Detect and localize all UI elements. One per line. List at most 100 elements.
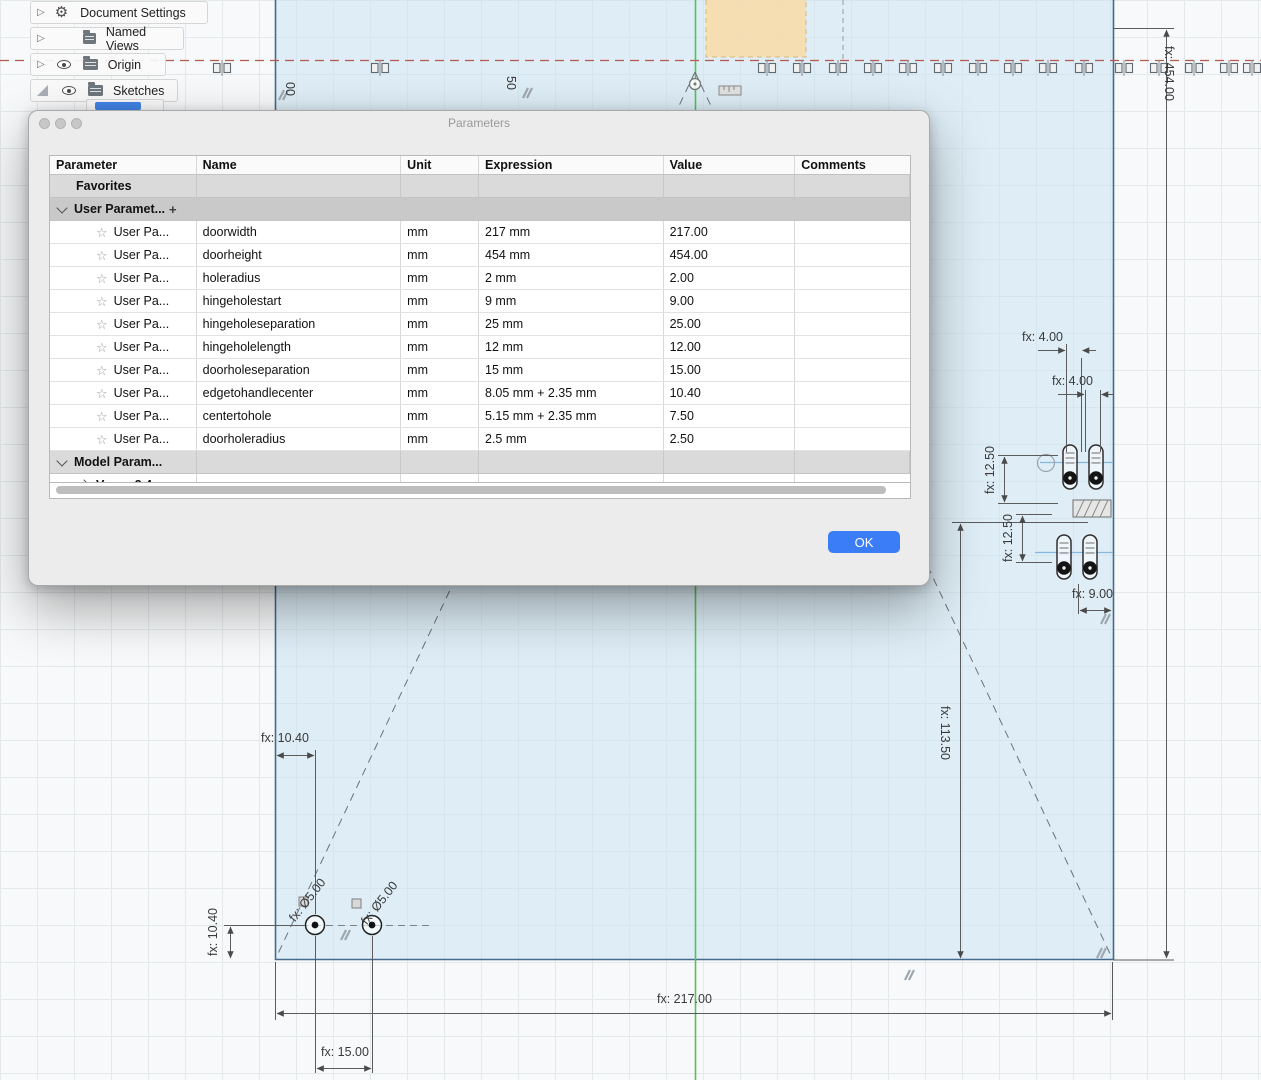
column-header-value[interactable]: Value — [664, 156, 796, 174]
expand-arrow-icon[interactable]: ▷ — [37, 33, 45, 44]
parameter-name-cell[interactable]: edgetohandlecenter — [197, 382, 402, 404]
browser-item-label: Named Views — [105, 24, 147, 53]
parameter-expression-cell[interactable]: 2 mm — [479, 267, 664, 289]
parameter-value-cell: 10.40 — [664, 382, 796, 404]
dialog-titlebar[interactable]: Parameters — [29, 111, 929, 135]
parameter-row[interactable]: ☆ User Pa... doorholeradius mm 2.5 mm 2.… — [50, 428, 910, 451]
parameter-comments-cell[interactable] — [795, 290, 910, 312]
visibility-eye-icon[interactable] — [56, 60, 71, 69]
collapse-chevron-icon[interactable] — [56, 201, 68, 214]
expand-arrow-icon[interactable]: ▷ — [37, 7, 45, 18]
fusion-sketch-viewport[interactable]: fx: 454.00 fx: 4.00 fx: 4.00 fx: 12.50 f… — [0, 0, 1261, 1080]
row-voron-component[interactable]: Voron 2.4 ... — [50, 474, 910, 482]
parameter-row[interactable]: ☆ User Pa... doorheight mm 454 mm 454.00 — [50, 244, 910, 267]
dimension-label-door-height[interactable]: fx: 454.00 — [1162, 46, 1176, 101]
favorite-star-icon[interactable]: ☆ — [96, 410, 108, 423]
parameter-row[interactable]: ☆ User Pa... doorwidth mm 217 mm 217.00 — [50, 221, 910, 244]
parameter-value-cell: 12.00 — [664, 336, 796, 358]
parameter-comments-cell[interactable] — [795, 336, 910, 358]
browser-item-document-settings[interactable]: ▷ ⚙ Document Settings — [30, 1, 208, 24]
browser-item-label: Sketches — [113, 83, 165, 98]
parameter-type-label: User Pa... — [113, 294, 170, 308]
column-header-expression[interactable]: Expression — [479, 156, 664, 174]
favorite-star-icon[interactable]: ☆ — [96, 341, 108, 354]
column-header-name[interactable]: Name — [197, 156, 402, 174]
parameter-expression-cell[interactable]: 8.05 mm + 2.35 mm — [479, 382, 664, 404]
collapse-chevron-icon[interactable] — [56, 454, 68, 467]
favorite-star-icon[interactable]: ☆ — [96, 433, 108, 446]
group-row-favorites[interactable]: Favorites — [50, 175, 910, 198]
parameter-name-cell[interactable]: hingeholelength — [197, 336, 402, 358]
dimension-label-hinge-position[interactable]: fx: 113.50 — [938, 706, 952, 760]
favorite-star-icon[interactable]: ☆ — [96, 295, 108, 308]
parameter-comments-cell[interactable] — [795, 405, 910, 427]
parameter-name-cell[interactable]: doorholeradius — [197, 428, 402, 450]
parameter-value-cell: 217.00 — [664, 221, 796, 243]
favorite-star-icon[interactable]: ☆ — [96, 364, 108, 377]
parameter-comments-cell[interactable] — [795, 267, 910, 289]
add-user-parameter-icon[interactable]: + — [169, 202, 177, 217]
parameter-row[interactable]: ☆ User Pa... hingeholelength mm 12 mm 12… — [50, 336, 910, 359]
parameter-expression-cell[interactable]: 217 mm — [479, 221, 664, 243]
parameter-expression-cell[interactable]: 15 mm — [479, 359, 664, 381]
parameter-row[interactable]: ☆ User Pa... edgetohandlecenter mm 8.05 … — [50, 382, 910, 405]
ok-button[interactable]: OK — [828, 531, 900, 553]
dimension-label-handle-y[interactable]: fx: 10.40 — [206, 908, 220, 956]
column-header-comments[interactable]: Comments — [795, 156, 910, 174]
parameter-name-cell[interactable]: doorholeseparation — [197, 359, 402, 381]
parameter-comments-cell[interactable] — [795, 244, 910, 266]
parameter-expression-cell[interactable]: 25 mm — [479, 313, 664, 335]
favorite-star-icon[interactable]: ☆ — [96, 387, 108, 400]
dimension-label-hinge-offset-b[interactable]: fx: 4.00 — [1052, 374, 1093, 388]
group-label: User Paramet... — [74, 202, 166, 216]
dimension-label-hole-separation[interactable]: fx: 15.00 — [321, 1045, 369, 1059]
parameter-row[interactable]: ☆ User Pa... holeradius mm 2 mm 2.00 — [50, 267, 910, 290]
parameter-comments-cell[interactable] — [795, 221, 910, 243]
expand-arrow-icon[interactable]: ▷ — [37, 59, 45, 70]
parameter-row[interactable]: ☆ User Pa... centertohole mm 5.15 mm + 2… — [50, 405, 910, 428]
parameter-expression-cell[interactable]: 5.15 mm + 2.35 mm — [479, 405, 664, 427]
group-row-model-parameters[interactable]: Model Param... — [50, 451, 910, 474]
parameter-name-cell[interactable]: holeradius — [197, 267, 402, 289]
parameter-comments-cell[interactable] — [795, 382, 910, 404]
favorite-star-icon[interactable]: ☆ — [96, 318, 108, 331]
parameter-expression-cell[interactable]: 9 mm — [479, 290, 664, 312]
parameter-name-cell[interactable]: doorwidth — [197, 221, 402, 243]
dimension-label-handle-x[interactable]: fx: 10.40 — [261, 731, 309, 745]
parameter-name-cell[interactable]: centertohole — [197, 405, 402, 427]
dimension-label-hinge-sep-a[interactable]: fx: 12.50 — [983, 446, 997, 494]
parameter-name-cell[interactable]: doorheight — [197, 244, 402, 266]
dimension-label-hinge-offset-a[interactable]: fx: 4.00 — [1022, 330, 1063, 344]
parameter-row[interactable]: ☆ User Pa... hingeholestart mm 9 mm 9.00 — [50, 290, 910, 313]
dimension-label-hinge-sep-b[interactable]: fx: 12.50 — [1001, 514, 1015, 562]
favorite-star-icon[interactable]: ☆ — [96, 272, 108, 285]
parameter-comments-cell[interactable] — [795, 428, 910, 450]
column-header-parameter[interactable]: Parameter — [50, 156, 197, 174]
parameter-row[interactable]: ☆ User Pa... doorholeseparation mm 15 mm… — [50, 359, 910, 382]
parameter-expression-cell[interactable]: 454 mm — [479, 244, 664, 266]
parameter-row[interactable]: ☆ User Pa... hingeholeseparation mm 25 m… — [50, 313, 910, 336]
column-header-unit[interactable]: Unit — [401, 156, 479, 174]
parameters-table: Parameter Name Unit Expression Value Com… — [49, 155, 911, 483]
parameter-value-cell: 2.00 — [664, 267, 796, 289]
parameter-expression-cell[interactable]: 2.5 mm — [479, 428, 664, 450]
visibility-eye-icon[interactable] — [62, 86, 76, 95]
parameter-name-cell[interactable]: hingeholeseparation — [197, 313, 402, 335]
selected-sketch-highlight[interactable] — [95, 102, 141, 110]
scrollbar-thumb[interactable] — [56, 486, 886, 494]
parameter-name-cell[interactable]: hingeholestart — [197, 290, 402, 312]
parameter-expression-cell[interactable]: 12 mm — [479, 336, 664, 358]
browser-item-origin[interactable]: ▷ Origin — [30, 53, 166, 76]
parameter-unit-cell: mm — [401, 428, 479, 450]
group-row-user-parameters[interactable]: User Paramet... + — [50, 198, 910, 221]
favorite-star-icon[interactable]: ☆ — [96, 249, 108, 262]
favorite-star-icon[interactable]: ☆ — [96, 226, 108, 239]
parameter-comments-cell[interactable] — [795, 359, 910, 381]
horizontal-scrollbar[interactable] — [49, 483, 911, 499]
parameter-comments-cell[interactable] — [795, 313, 910, 335]
parameter-type-label: User Pa... — [113, 363, 170, 377]
folder-icon — [82, 30, 96, 44]
browser-item-named-views[interactable]: ▷ Named Views — [30, 24, 184, 53]
dimension-label-door-width[interactable]: fx: 217.00 — [657, 992, 712, 1006]
dimension-label-hinge-start[interactable]: fx: 9.00 — [1072, 587, 1113, 601]
